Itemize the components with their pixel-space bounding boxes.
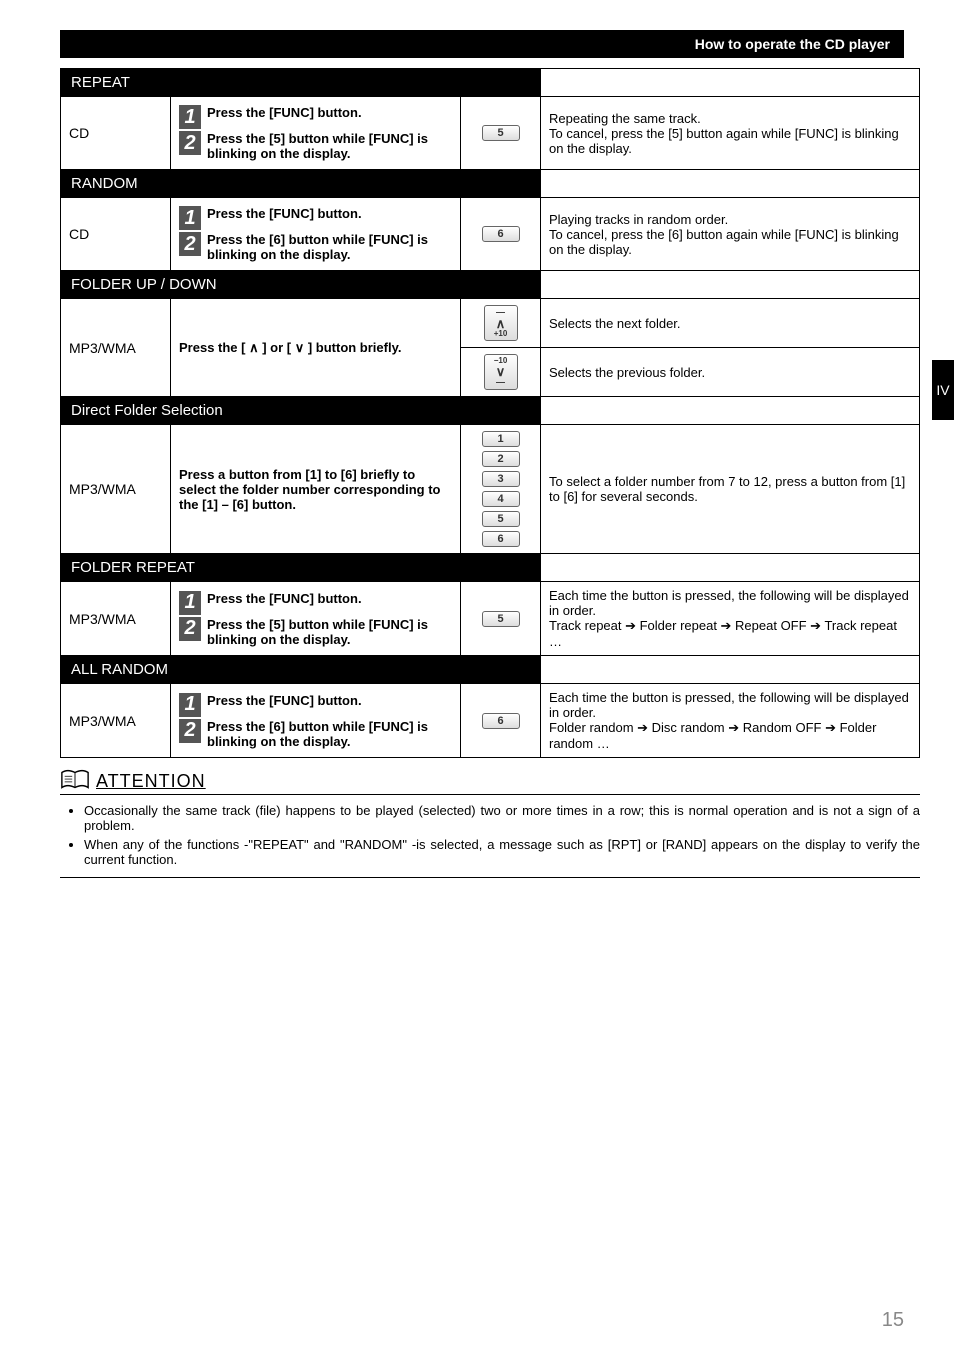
section-repeat-title: REPEAT — [61, 69, 540, 96]
repeat-desc: Repeating the same track. To cancel, pre… — [541, 97, 920, 170]
button-3[interactable]: 3 — [482, 471, 520, 487]
button-6[interactable]: 6 — [482, 226, 520, 242]
notes-rule — [60, 877, 920, 878]
random-instr: 1Press the [FUNC] button. 2Press the [6]… — [171, 198, 461, 271]
section-tab: IV — [932, 360, 954, 420]
folderrepeat-instr: 1Press the [FUNC] button. 2Press the [5]… — [171, 582, 461, 656]
step-num-1: 1 — [179, 591, 201, 615]
header-title: How to operate the CD player — [60, 30, 904, 58]
button-6b[interactable]: 6 — [482, 531, 520, 547]
directfolder-instr: Press a button from [1] to [6] briefly t… — [171, 425, 461, 554]
button-down[interactable]: −10 ∨ — — [484, 354, 518, 390]
instructions-table: REPEAT CD 1Press the [FUNC] button. 2Pre… — [60, 68, 920, 758]
step-num-2: 2 — [179, 719, 201, 743]
repeat-instr: 1Press the [FUNC] button. 2Press the [5]… — [171, 97, 461, 170]
allrandom-mode: MP3/WMA — [61, 684, 171, 758]
step-num-2: 2 — [179, 232, 201, 256]
note-item: When any of the functions -"REPEAT" and … — [84, 837, 920, 867]
button-up[interactable]: — ∧ +10 — [484, 305, 518, 341]
random-desc: Playing tracks in random order. To cance… — [541, 198, 920, 271]
button-5c[interactable]: 5 — [482, 611, 520, 627]
folderupdown-desc-down: Selects the previous folder. — [541, 348, 920, 397]
random-mode: CD — [61, 198, 171, 271]
button-2[interactable]: 2 — [482, 451, 520, 467]
note-item: Occasionally the same track (file) happe… — [84, 803, 920, 833]
book-icon — [60, 768, 90, 792]
button-6c[interactable]: 6 — [482, 713, 520, 729]
step-num-2: 2 — [179, 617, 201, 641]
folderupdown-instr: Press the [ ∧ ] or [ ∨ ] button briefly. — [171, 299, 461, 397]
folderrepeat-desc: Each time the button is pressed, the fol… — [541, 582, 920, 656]
directfolder-desc: To select a folder number from 7 to 12, … — [541, 425, 920, 554]
allrandom-desc: Each time the button is pressed, the fol… — [541, 684, 920, 758]
button-4[interactable]: 4 — [482, 491, 520, 507]
folderupdown-mode: MP3/WMA — [61, 299, 171, 397]
step-num-1: 1 — [179, 105, 201, 129]
step-num-1: 1 — [179, 693, 201, 717]
attention-title: ATTENTION — [96, 771, 206, 792]
button-5b[interactable]: 5 — [482, 511, 520, 527]
attention-notes: Occasionally the same track (file) happe… — [84, 803, 920, 867]
section-allrandom-title: ALL RANDOM — [61, 656, 540, 683]
section-directfolder-title: Direct Folder Selection — [61, 397, 540, 424]
folderrepeat-mode: MP3/WMA — [61, 582, 171, 656]
allrandom-instr: 1Press the [FUNC] button. 2Press the [6]… — [171, 684, 461, 758]
page-number: 15 — [882, 1309, 904, 1332]
section-folderrepeat-title: FOLDER REPEAT — [61, 554, 540, 581]
step-num-2: 2 — [179, 131, 201, 155]
button-1[interactable]: 1 — [482, 431, 520, 447]
section-random-title: RANDOM — [61, 170, 540, 197]
button-5[interactable]: 5 — [482, 125, 520, 141]
repeat-mode: CD — [61, 97, 171, 170]
step-num-1: 1 — [179, 206, 201, 230]
folderupdown-desc-up: Selects the next folder. — [541, 299, 920, 348]
directfolder-mode: MP3/WMA — [61, 425, 171, 554]
section-folderupdown-title: FOLDER UP / DOWN — [61, 271, 540, 298]
